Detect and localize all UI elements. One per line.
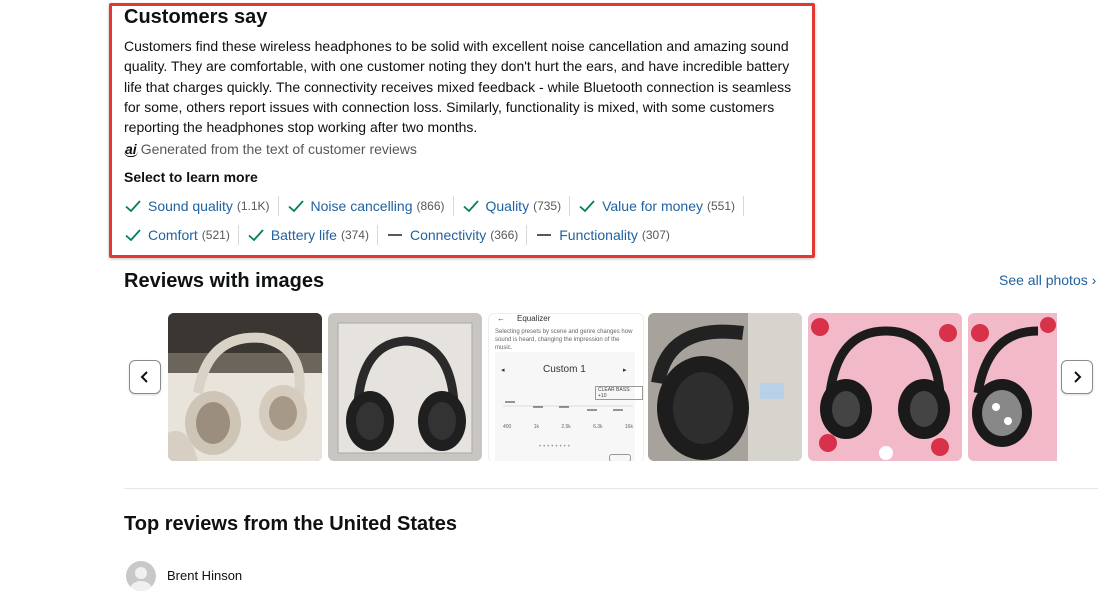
aspect-label: Value for money [602,198,703,214]
check-icon [125,229,141,242]
user-icon [130,567,152,591]
dash-icon [387,234,402,236]
learn-more-label: Select to learn more [124,169,258,185]
aspect-label: Quality [485,198,530,214]
aspect-label: Comfort [148,227,198,243]
review-image-3-equalizer[interactable]: ← Equalizer Selecting presets by scene a… [488,313,644,461]
review-image-6[interactable] [968,313,1057,461]
review-photo [328,313,482,461]
review-image-4[interactable] [648,313,802,461]
aspect-label: Noise cancelling [310,198,413,214]
carousel-prev-button[interactable] [129,360,161,394]
see-all-photos-link[interactable]: See all photos › [999,272,1096,288]
review-image-2[interactable] [328,313,482,461]
aspect-functionality[interactable]: Functionality (307) [535,225,678,245]
aspect-count: (307) [641,228,670,242]
aspect-count: (374) [340,228,369,242]
aspect-count: (866) [416,199,445,213]
equalizer-band-labels: 400 1k 2.5k 6.3k 16k [503,424,633,430]
aspect-label: Connectivity [409,227,487,243]
aspect-count: (521) [201,228,230,242]
review-image-5[interactable] [808,313,962,461]
aspect-count: (1.1K) [236,199,270,213]
chevron-left-icon [140,371,148,383]
aspect-value-for-money[interactable]: Value for money (551) [578,196,745,216]
aspect-connectivity[interactable]: Connectivity (366) [386,225,528,245]
aspect-row-2: Comfort (521) Battery life (374) Connect… [124,225,814,245]
aspect-label: Battery life [270,227,337,243]
avatar [126,561,156,591]
review-photo [168,313,322,461]
review-image-carousel: ← Equalizer Selecting presets by scene a… [168,313,1057,461]
equalizer-title: Equalizer [517,314,551,323]
review-photo [648,313,802,461]
aspect-count: (551) [707,199,736,213]
check-icon [248,229,264,242]
chevron-right-icon [1074,371,1082,383]
ai-icon: ai [124,140,138,157]
aspect-count: (366) [490,228,519,242]
dash-icon [537,234,552,236]
aspect-sound-quality[interactable]: Sound quality (1.1K) [124,196,279,216]
aspect-battery-life[interactable]: Battery life (374) [247,225,378,245]
equalizer-preset: Custom 1 [543,364,586,375]
aspect-noise-cancelling[interactable]: Noise cancelling (866) [287,196,454,216]
aspect-label: Sound quality [148,198,233,214]
aspect-count: (735) [533,199,562,213]
section-divider [124,488,1098,489]
review-photo [968,313,1057,461]
check-icon [125,200,141,213]
customers-say-summary: Customers find these wireless headphones… [124,38,792,136]
check-icon [287,200,304,213]
equalizer-description: Selecting presets by scene and genre cha… [495,329,633,351]
aspect-row-1: Sound quality (1.1K) Noise cancelling (8… [124,196,814,216]
review-image-1[interactable] [168,313,322,461]
carousel-next-button[interactable] [1061,360,1093,394]
aspect-comfort[interactable]: Comfort (521) [124,225,239,245]
reviews-with-images-title: Reviews with images [124,270,325,292]
review-photo [808,313,962,461]
aspect-label: Functionality [559,227,638,243]
generated-note-text: Generated from the text of customer revi… [140,141,417,157]
back-arrow-icon: ← [497,314,505,323]
check-icon [579,200,595,213]
check-icon [462,200,479,213]
top-reviews-title: Top reviews from the United States [124,513,458,535]
reviewer-name[interactable]: Brent Hinson [167,568,242,583]
ai-generated-note: ai Generated from the text of customer r… [124,141,417,157]
aspect-quality[interactable]: Quality (735) [462,196,571,216]
customers-say-title: Customers say [124,6,268,28]
